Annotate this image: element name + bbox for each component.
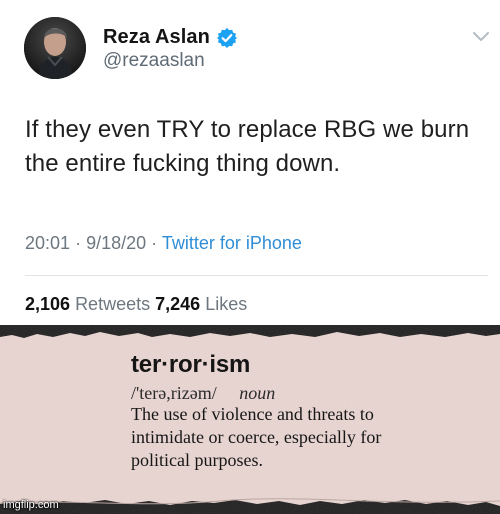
tweet-meta: 20:01 · 9/18/20 · Twitter for iPhone — [25, 233, 302, 254]
tweet-stats: 2,106 Retweets 7,246 Likes — [25, 294, 247, 315]
dictionary-word: ter·ror·ism — [131, 351, 251, 378]
retweets-label: Retweets — [75, 294, 151, 314]
pronunciation: /'terə,rizəm/ — [131, 383, 217, 403]
likes-stat[interactable]: 7,246 Likes — [155, 294, 247, 314]
retweets-count: 2,106 — [25, 294, 71, 314]
tweet-date[interactable]: 9/18/20 — [86, 233, 146, 253]
user-handle[interactable]: @rezaaslan — [103, 50, 205, 72]
watermark: imgflip.com — [3, 499, 59, 511]
meme-page: Reza Aslan @rezaaslan If they even TRY t… — [0, 0, 500, 514]
pronunciation-row: /'terə,rizəm/ noun — [131, 383, 275, 404]
meta-separator: · — [151, 233, 162, 253]
likes-count: 7,246 — [155, 294, 201, 314]
avatar[interactable] — [24, 17, 86, 79]
tweet-source-link[interactable]: Twitter for iPhone — [162, 233, 302, 253]
meta-separator: · — [75, 233, 87, 253]
tweet-text: If they even TRY to replace RBG we burn … — [25, 116, 470, 177]
retweets-stat[interactable]: 2,106 Retweets — [25, 294, 155, 314]
tweet-time[interactable]: 20:01 — [25, 233, 70, 253]
likes-label: Likes — [205, 294, 248, 314]
chevron-down-icon[interactable] — [472, 30, 490, 42]
display-name[interactable]: Reza Aslan — [103, 26, 210, 49]
part-of-speech: noun — [239, 383, 276, 403]
divider — [25, 275, 488, 276]
tweet-card: Reza Aslan @rezaaslan If they even TRY t… — [0, 0, 500, 331]
definition-text: The use of violence and threats to intim… — [131, 404, 382, 470]
verified-check-icon — [216, 27, 237, 48]
name-row: Reza Aslan — [103, 26, 237, 49]
dictionary-clipping: ter·ror·ism /'terə,rizəm/ noun The use o… — [0, 325, 500, 514]
